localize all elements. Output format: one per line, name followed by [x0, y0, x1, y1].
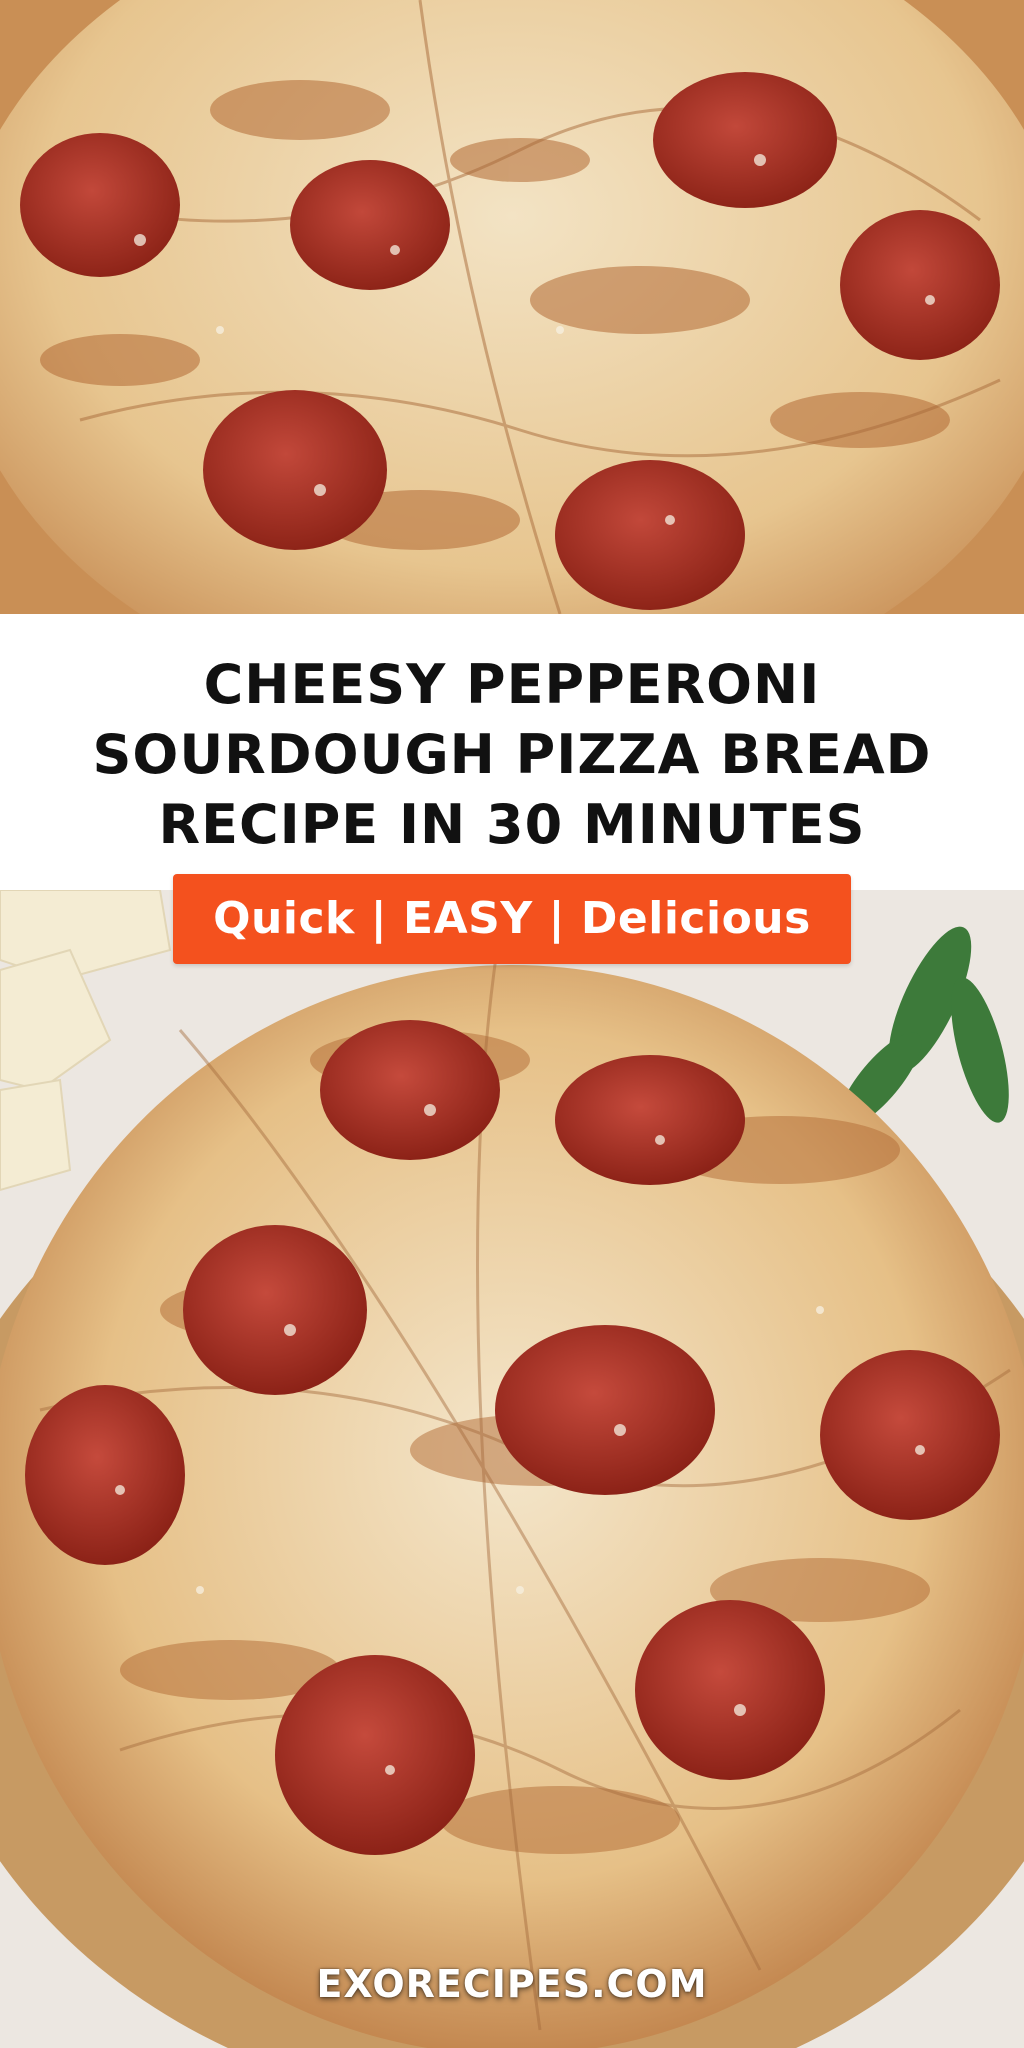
- website-watermark: EXORECIPES.COM: [316, 1962, 708, 2006]
- pepperoni-bread-loaf: [0, 890, 1024, 2048]
- hero-photo-top: [0, 0, 1024, 614]
- pepperoni-bread-closeup: [0, 0, 1024, 614]
- tagline-badge: Quick | EASY | Delicious: [173, 874, 851, 964]
- title-line-3: RECIPE IN 30 MINUTES: [158, 793, 866, 856]
- hero-photo-bottom: [0, 890, 1024, 2048]
- title-line-1: CHEESY PEPPERONI: [203, 653, 821, 716]
- title-band: CHEESY PEPPERONI SOURDOUGH PIZZA BREAD R…: [0, 614, 1024, 890]
- title-line-2: SOURDOUGH PIZZA BREAD: [92, 723, 932, 786]
- recipe-title: CHEESY PEPPERONI SOURDOUGH PIZZA BREAD R…: [0, 650, 1024, 860]
